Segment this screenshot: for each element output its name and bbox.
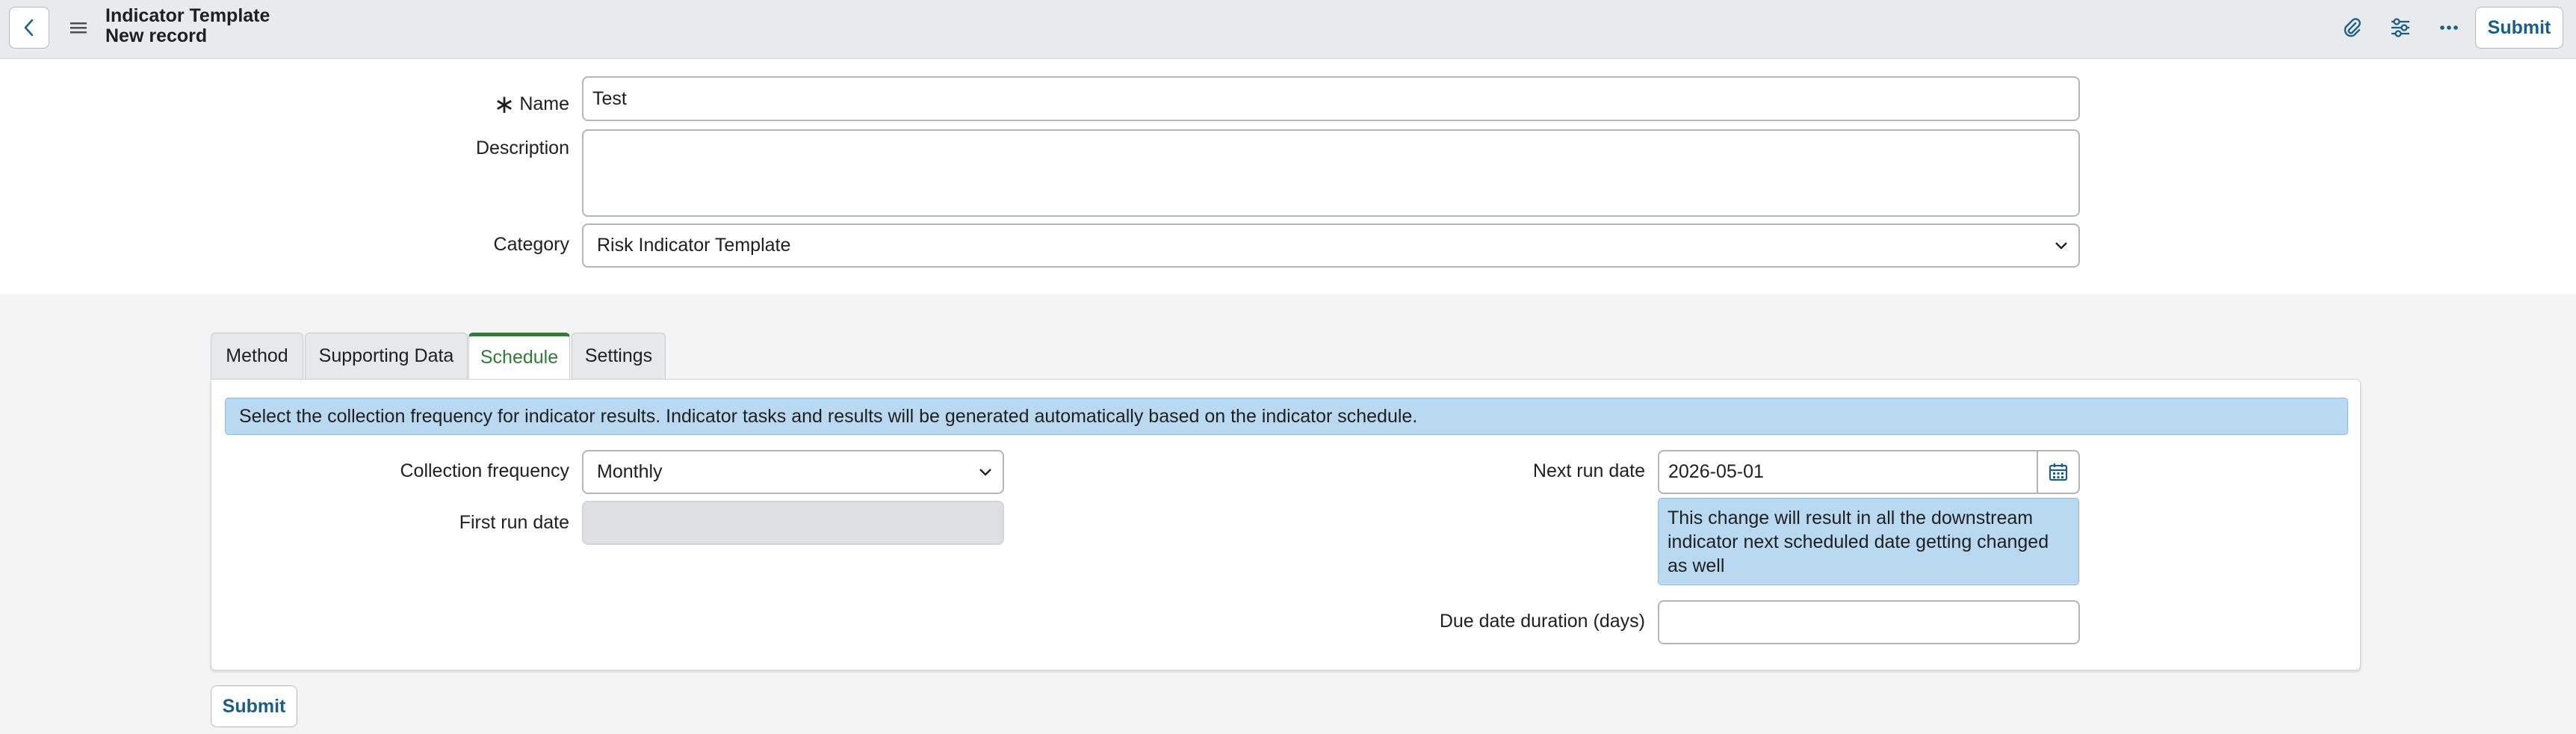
tab-method[interactable]: Method [211,333,303,379]
collection-frequency-label: Collection frequency [400,460,569,481]
attachment-button[interactable] [2339,15,2365,40]
tab-settings[interactable]: Settings [572,333,666,379]
more-options-button[interactable] [2436,15,2462,40]
personalize-form-button[interactable] [2388,15,2413,40]
name-label: ∗ Name [493,90,569,119]
tab-supporting-data[interactable]: Supporting Data [305,333,468,379]
description-label: Description [475,138,569,158]
paperclip-icon [2344,18,2361,37]
settings-sliders-icon [2391,18,2409,37]
chevron-down-icon [979,468,991,476]
back-icon [24,19,34,37]
due-date-duration-label: Due date duration (days) [1439,611,1645,632]
calendar-icon [2049,463,2068,481]
date-picker-button[interactable] [2037,450,2080,494]
category-select-value: Risk Indicator Template [597,235,791,256]
more-options-icon [2440,25,2458,30]
schedule-info-message: Select the collection frequency for indi… [225,398,2348,435]
required-indicator: ∗ [493,90,515,119]
record-subtitle: New record [105,25,208,46]
description-field[interactable] [582,129,2080,217]
first-run-date-label: First run date [459,512,569,533]
next-run-date-label: Next run date [1532,460,1645,481]
form-header: Indicator Template New record Submit [0,0,2576,59]
first-run-date-field [582,501,1004,545]
category-label: Category [493,234,569,255]
collection-frequency-select[interactable]: Monthly [582,450,1004,494]
next-run-date-warning: This change will result in all the downs… [1658,498,2079,585]
record-type-title: Indicator Template [105,5,270,26]
menu-icon[interactable] [69,19,88,36]
page-title: Indicator Template New record [105,6,270,46]
back-button[interactable] [9,7,49,49]
due-date-duration-field[interactable] [1658,600,2080,644]
collection-frequency-value: Monthly [597,461,663,482]
chevron-down-icon [2055,241,2067,250]
tab-schedule[interactable]: Schedule [468,333,570,379]
category-select[interactable]: Risk Indicator Template [582,223,2080,268]
name-field[interactable]: Test [582,76,2080,121]
submit-button-header[interactable]: Submit [2475,7,2563,49]
next-run-date-field[interactable]: 2026-05-01 [1658,450,2040,494]
submit-button-footer[interactable]: Submit [211,685,297,727]
